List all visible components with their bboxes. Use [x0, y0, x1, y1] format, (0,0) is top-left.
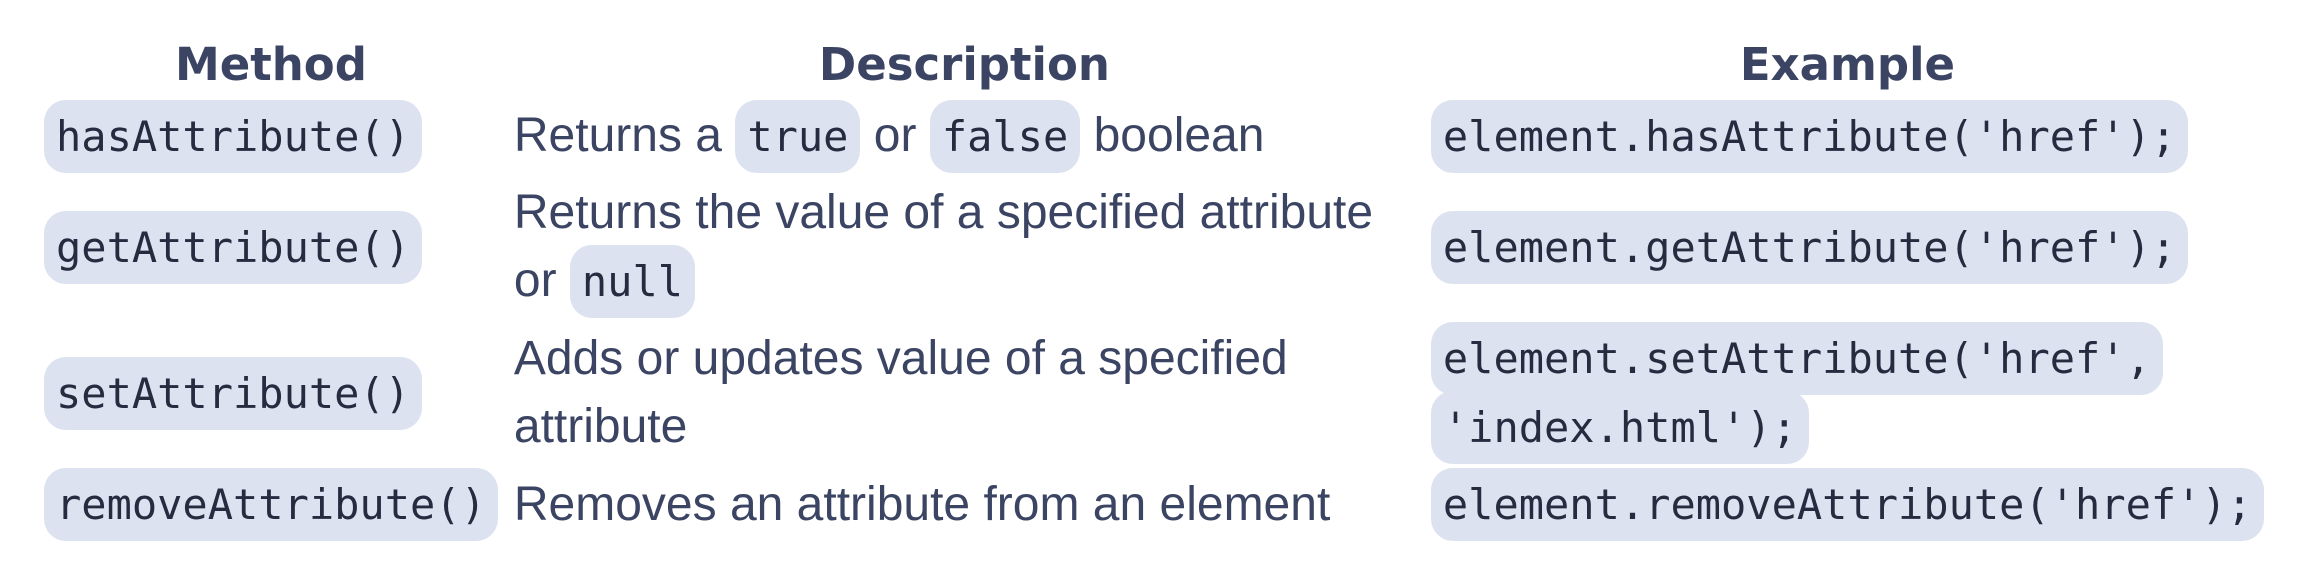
example-cell: element.hasAttribute('href');	[1427, 98, 2268, 175]
method-code-remove-attribute: removeAttribute()	[44, 468, 498, 541]
inline-code-false: false	[929, 100, 1081, 173]
header-example: Example	[1739, 38, 1956, 91]
table-header-row: Method Description Example	[40, 30, 2268, 98]
inline-code-true: true	[735, 100, 861, 173]
method-code-set-attribute: setAttribute()	[44, 356, 423, 430]
example-code-get-attribute: element.getAttribute('href');	[1430, 211, 2189, 284]
table-row: removeAttribute() Removes an attribute f…	[40, 466, 2268, 543]
table-row: getAttribute() Returns the value of a sp…	[40, 175, 2268, 320]
header-method: Method	[174, 38, 367, 91]
description-text: boolean	[1080, 109, 1265, 162]
example-cell: element.setAttribute('href', 'index.html…	[1427, 320, 2268, 466]
description-cell: Returns a true or false boolean	[502, 98, 1427, 175]
table-row: hasAttribute() Returns a true or false b…	[40, 98, 2268, 175]
description-cell: Returns the value of a specified attribu…	[502, 175, 1427, 320]
description-cell: Removes an attribute from an element	[502, 466, 1427, 543]
example-cell: element.removeAttribute('href');	[1427, 466, 2268, 543]
method-cell: setAttribute()	[40, 320, 502, 466]
description-cell: Adds or updates value of a specified att…	[502, 320, 1427, 466]
method-cell: getAttribute()	[40, 175, 502, 320]
method-cell: hasAttribute()	[40, 98, 502, 175]
table-row: setAttribute() Adds or updates value of …	[40, 320, 2268, 466]
description-text: or	[860, 109, 930, 162]
example-code-has-attribute: element.hasAttribute('href');	[1430, 100, 2189, 173]
example-cell: element.getAttribute('href');	[1427, 175, 2268, 320]
method-code-get-attribute: getAttribute()	[44, 211, 423, 284]
header-description: Description	[818, 38, 1110, 91]
example-code-remove-attribute: element.removeAttribute('href');	[1430, 468, 2265, 541]
attribute-methods-table: Method Description Example hasAttribute(…	[40, 30, 2268, 543]
description-text: Returns a	[513, 109, 736, 162]
method-code-has-attribute: hasAttribute()	[44, 100, 423, 173]
example-code-set-attribute: element.setAttribute('href', 'index.html…	[1430, 322, 2163, 464]
method-cell: removeAttribute()	[40, 466, 502, 543]
description-text: Removes an attribute from an element	[513, 477, 1331, 531]
description-text: Adds or updates value of a specified att…	[513, 332, 1288, 453]
inline-code-null: null	[569, 245, 696, 318]
